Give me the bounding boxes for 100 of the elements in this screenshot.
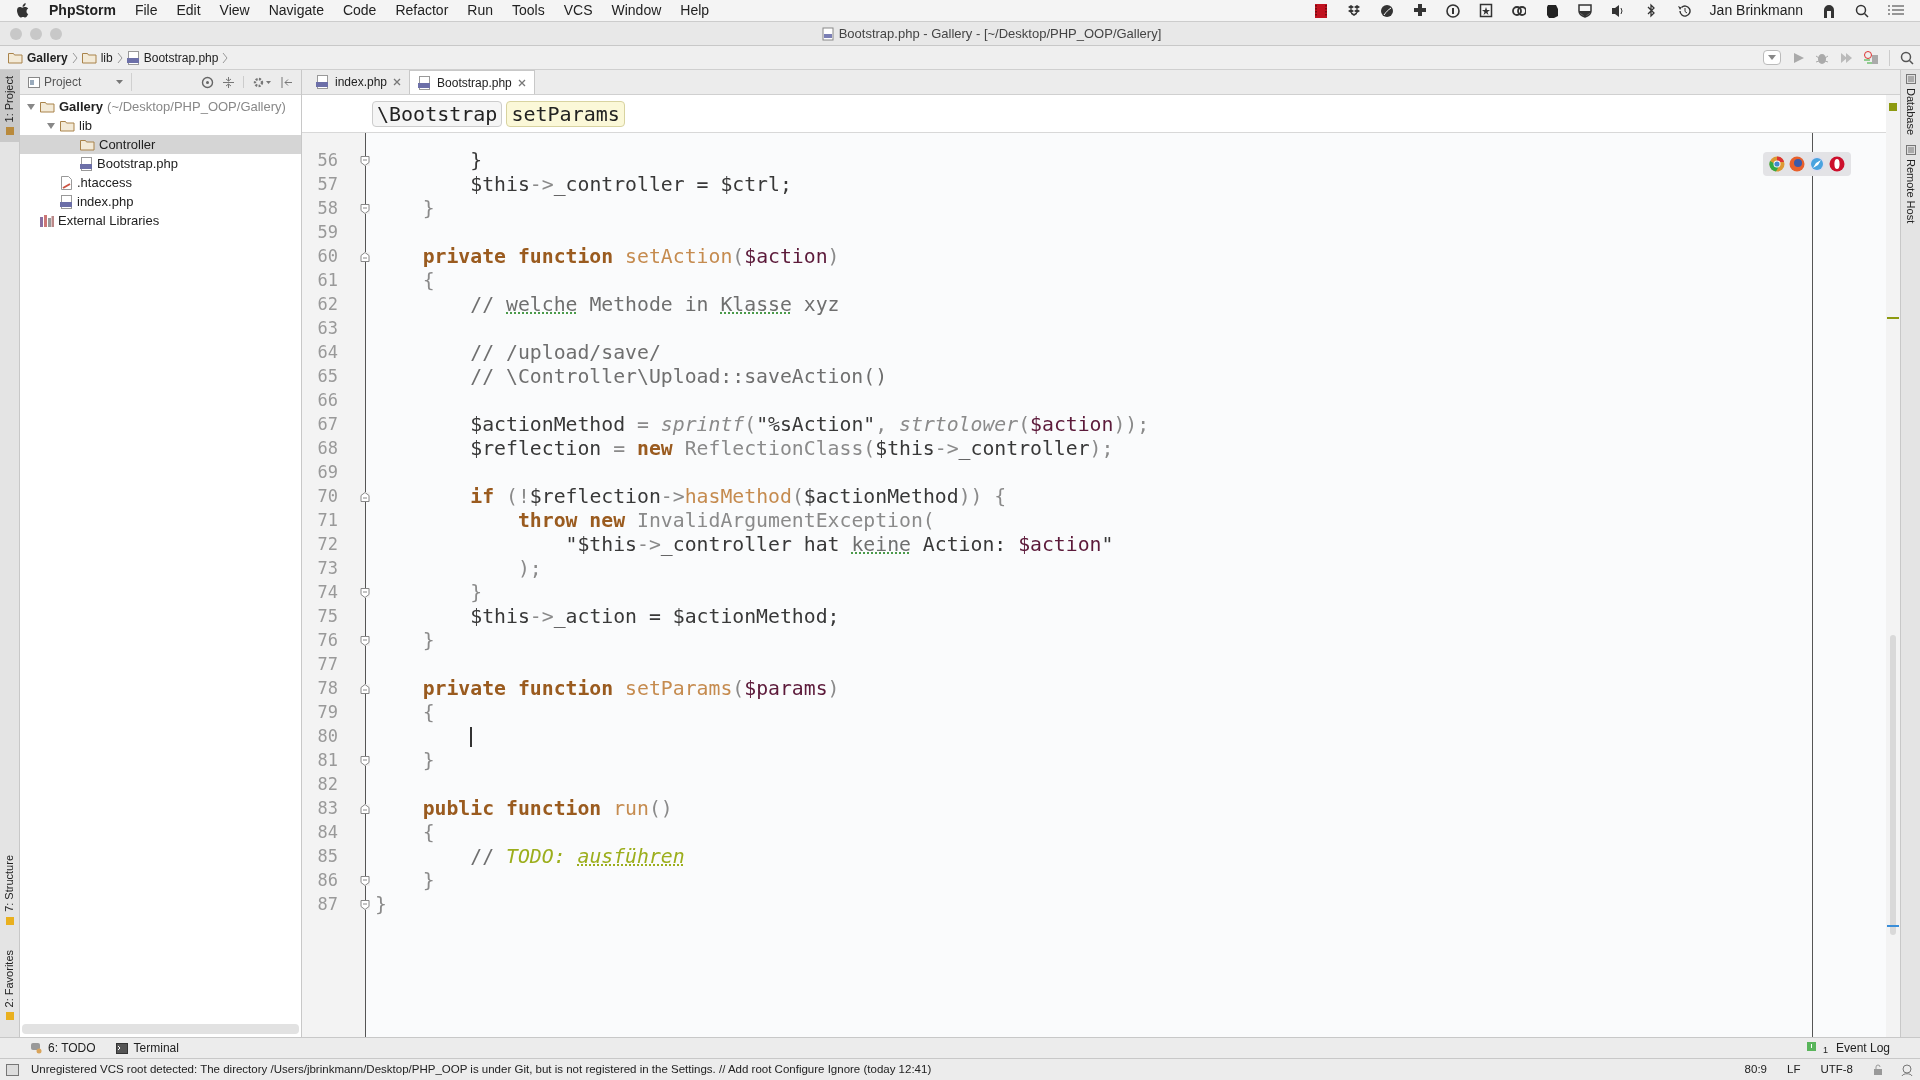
menu-item[interactable]: File [134, 0, 158, 21]
horizontal-scrollbar[interactable] [22, 1024, 299, 1034]
menu-item[interactable]: Run [467, 0, 493, 21]
chevron-icon [71, 51, 78, 64]
line-number: 79 [316, 701, 338, 725]
tree-item[interactable]: External Libraries [20, 211, 301, 230]
tool-window-tab[interactable]: 7: Structure [0, 848, 19, 932]
chevron-icon [222, 51, 229, 64]
fold-marker-icon[interactable] [360, 804, 370, 814]
breadcrumb-item[interactable]: lib [81, 48, 113, 67]
time-machine-icon[interactable] [1676, 2, 1691, 19]
tree-item[interactable]: lib [20, 116, 301, 135]
tree-item[interactable]: index.php [20, 192, 301, 211]
caret-position[interactable]: 80:9 [1744, 1060, 1767, 1079]
chevron-icon [116, 51, 123, 64]
menu-item[interactable]: Window [611, 0, 662, 21]
close-icon[interactable] [393, 78, 402, 86]
inspector-icon[interactable] [1900, 1062, 1914, 1077]
breadcrumb-item[interactable]: Bootstrap.php [126, 48, 219, 67]
close-icon[interactable] [517, 78, 526, 87]
fold-marker-icon[interactable] [360, 684, 370, 694]
menu-item[interactable]: Refactor [395, 0, 449, 21]
tool-window-tab[interactable]: 1: Project [0, 70, 19, 143]
volume-icon[interactable] [1610, 2, 1625, 19]
run-config-dropdown[interactable] [1763, 50, 1781, 65]
safari-icon[interactable] [1809, 156, 1825, 172]
settings-icon[interactable] [252, 75, 272, 89]
tool-window-button[interactable]: 6: TODO [30, 1039, 96, 1057]
structure-breadcrumb[interactable]: \Bootstrap [372, 100, 503, 127]
search-icon[interactable] [1855, 3, 1869, 18]
tool-window-button[interactable]: Terminal [115, 1039, 179, 1057]
expand-arrow-icon[interactable] [46, 121, 56, 130]
fold-marker-icon[interactable] [360, 492, 370, 502]
editor-tab[interactable]: index.php [308, 70, 410, 94]
shield-icon[interactable] [1577, 2, 1592, 19]
tool-window-tab[interactable]: 2: Favorites [0, 943, 19, 1027]
project-view-icon [28, 76, 40, 88]
menu-item[interactable]: VCS [563, 0, 593, 21]
collapse-all-icon[interactable] [222, 75, 235, 89]
editor-tab[interactable]: Bootstrap.php [409, 70, 535, 94]
hide-panel-icon[interactable] [280, 75, 293, 89]
expand-arrow-icon[interactable] [26, 102, 36, 111]
apple-icon[interactable] [16, 2, 30, 19]
folder-icon [81, 51, 97, 64]
code-line: } [375, 892, 387, 919]
leaf-icon[interactable] [1379, 2, 1394, 19]
fold-marker-icon[interactable] [360, 900, 370, 910]
line-number: 74 [316, 581, 338, 605]
tree-item[interactable]: Bootstrap.php [20, 154, 301, 173]
line-number: 85 [316, 845, 338, 869]
line-separator-selector[interactable]: LF [1787, 1060, 1801, 1079]
line-number: 56 [316, 149, 338, 173]
fold-marker-icon[interactable] [360, 876, 370, 886]
fold-marker-icon[interactable] [360, 204, 370, 214]
stop-listening-icon[interactable] [1863, 49, 1879, 66]
scrollbar-thumb[interactable] [1890, 635, 1896, 935]
tree-item[interactable]: Controller [20, 135, 301, 154]
plus-icon[interactable] [1412, 2, 1427, 19]
run-icon[interactable] [1791, 50, 1805, 65]
locate-icon[interactable] [201, 75, 214, 89]
app-menu[interactable]: PhpStorm [49, 0, 116, 21]
code-line: $reflection = new ReflectionClass($this->_controller); [469, 436, 1114, 463]
opera-icon[interactable] [1829, 156, 1845, 172]
event-log-button[interactable]: 1 Event Log [1806, 1039, 1890, 1057]
tree-item[interactable]: .htaccess [20, 173, 301, 192]
line-number: 75 [316, 605, 338, 629]
tool-windows-toggle-icon[interactable] [6, 1063, 19, 1076]
tool-window-tab[interactable]: Remote Host [1902, 145, 1919, 224]
lock-icon[interactable] [1873, 1064, 1884, 1075]
caret-marker [1887, 925, 1899, 927]
menu-item[interactable]: Help [680, 0, 710, 21]
menu-item[interactable]: Code [342, 0, 377, 21]
menu-item[interactable]: View [219, 0, 250, 21]
menu-item[interactable]: Navigate [268, 0, 324, 21]
menu-item[interactable]: Tools [512, 0, 545, 21]
fold-marker-icon[interactable] [360, 636, 370, 646]
fold-marker-icon[interactable] [360, 588, 370, 598]
encoding-selector[interactable]: UTF-8 [1820, 1060, 1853, 1079]
menu-item[interactable]: Edit [176, 0, 201, 21]
fold-marker-icon[interactable] [360, 156, 370, 166]
tree-item[interactable]: Gallery (~/Desktop/PHP_OOP/Gallery) [20, 97, 301, 116]
code-line: // /upload/save/ [469, 340, 661, 367]
speech-bubble-icon [30, 1042, 42, 1054]
firefox-icon[interactable] [1789, 156, 1805, 172]
dropbox-icon[interactable] [1346, 2, 1361, 19]
change-marker [1887, 317, 1899, 319]
info-icon[interactable] [1445, 2, 1460, 19]
library-icon [40, 214, 54, 227]
breadcrumb-item[interactable]: Gallery [8, 48, 68, 67]
chrome-icon[interactable] [1769, 156, 1785, 172]
tool-window-tab[interactable]: Database [1902, 74, 1919, 136]
film-icon[interactable] [1313, 2, 1328, 19]
config-file-icon [60, 175, 73, 190]
search-icon[interactable] [1900, 50, 1914, 65]
structure-breadcrumb[interactable]: setParams [506, 100, 625, 127]
fold-marker-icon[interactable] [360, 252, 370, 262]
star-box-icon[interactable] [1478, 2, 1493, 19]
user-name[interactable]: Jan Brinkmann [1709, 0, 1803, 21]
menu-icon[interactable] [1888, 3, 1904, 18]
fold-marker-icon[interactable] [360, 756, 370, 766]
